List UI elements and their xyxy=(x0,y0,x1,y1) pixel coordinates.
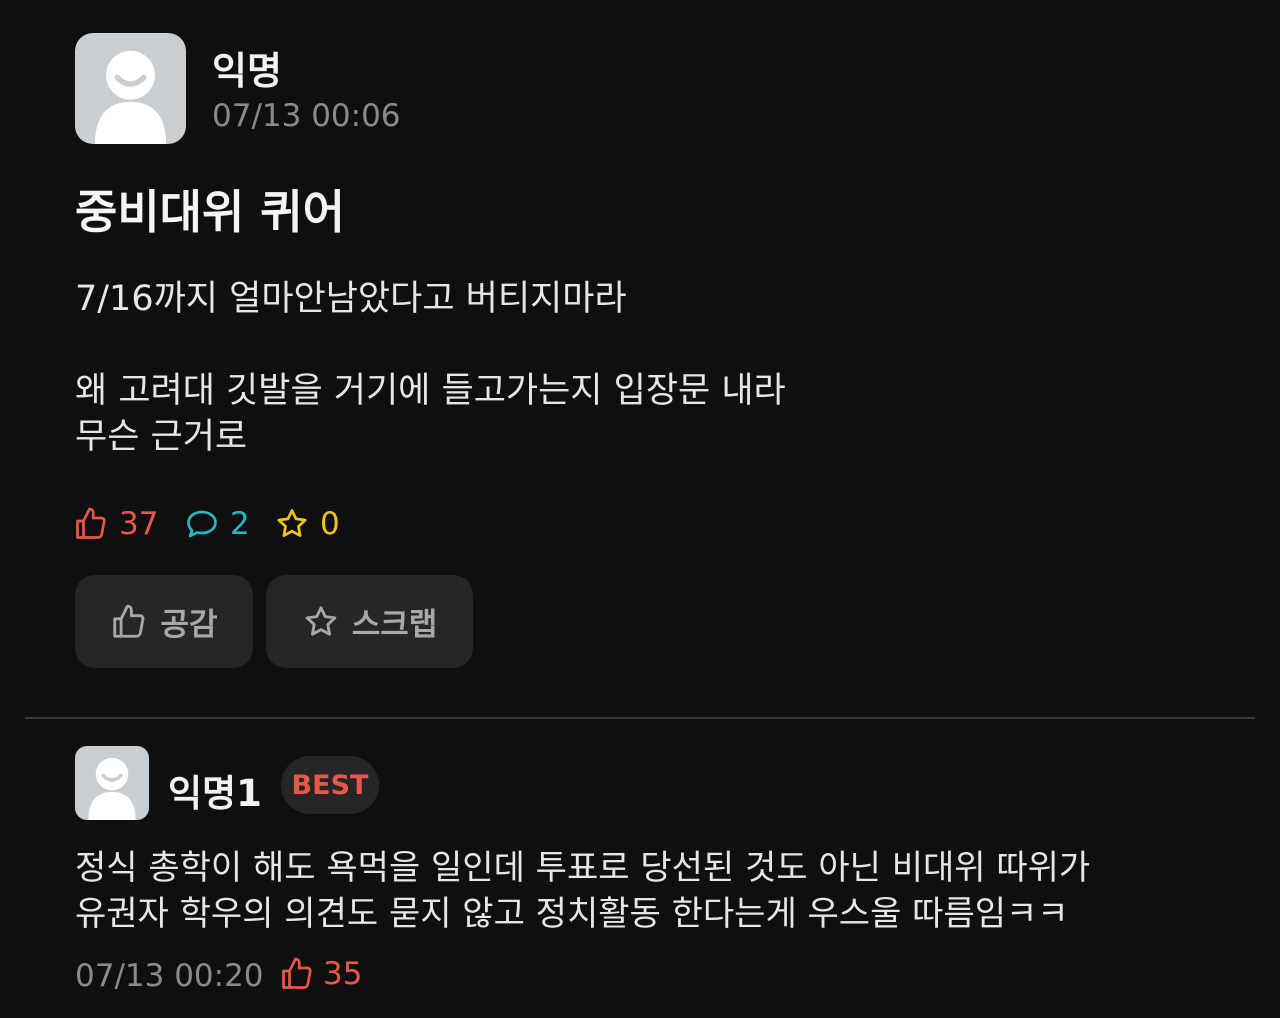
post-timestamp: 07/13 00:06 xyxy=(212,98,401,134)
post-body-line: 무슨 근거로 xyxy=(75,417,248,457)
post-body-line: 7/16까지 얼마안남았다고 버티지마라 xyxy=(75,279,627,319)
scrap-button[interactable]: 스크랩 xyxy=(266,575,473,668)
scrap-button-label: 스크랩 xyxy=(351,607,438,643)
comment-like-count-value: 35 xyxy=(323,956,363,992)
post-title: 중비대위 퀴어 xyxy=(75,185,345,239)
avatar-icon xyxy=(88,757,136,820)
comment-timestamp: 07/13 00:20 xyxy=(75,958,264,994)
comment-avatar xyxy=(75,746,149,820)
comment-count-value: 2 xyxy=(230,506,250,542)
comment-body-line: 정식 총학이 해도 욕먹을 일인데 투표로 당선된 것도 아닌 비대위 따위가 xyxy=(75,848,1091,888)
like-count: 37 xyxy=(73,506,158,542)
post-author: 익명 xyxy=(212,49,282,93)
thumbs-up-icon xyxy=(76,507,106,539)
thumbs-up-icon xyxy=(113,604,145,638)
like-count-value: 37 xyxy=(119,506,159,542)
speech-bubble-icon xyxy=(187,510,217,538)
divider xyxy=(25,717,1255,719)
best-badge: BEST xyxy=(281,756,379,814)
thumbs-up-icon xyxy=(282,957,312,989)
star-icon xyxy=(277,509,307,537)
comment-like-count[interactable]: 35 xyxy=(279,956,362,992)
like-button[interactable]: 공감 xyxy=(75,575,253,668)
avatar-icon xyxy=(94,50,167,144)
like-button-label: 공감 xyxy=(160,607,218,643)
scrap-count: 0 xyxy=(274,506,340,542)
post-avatar xyxy=(75,33,186,144)
star-icon xyxy=(305,605,337,636)
comment-author: 익명1 xyxy=(168,772,262,815)
post-body-line: 왜 고려대 깃발을 거기에 들고가는지 입장문 내라 xyxy=(75,371,786,411)
comment-body-line: 유권자 학우의 의견도 묻지 않고 정치활동 한다는게 우스울 따름임ㅋㅋ xyxy=(75,894,1069,934)
comment-count: 2 xyxy=(184,506,250,542)
scrap-count-value: 0 xyxy=(320,506,340,542)
